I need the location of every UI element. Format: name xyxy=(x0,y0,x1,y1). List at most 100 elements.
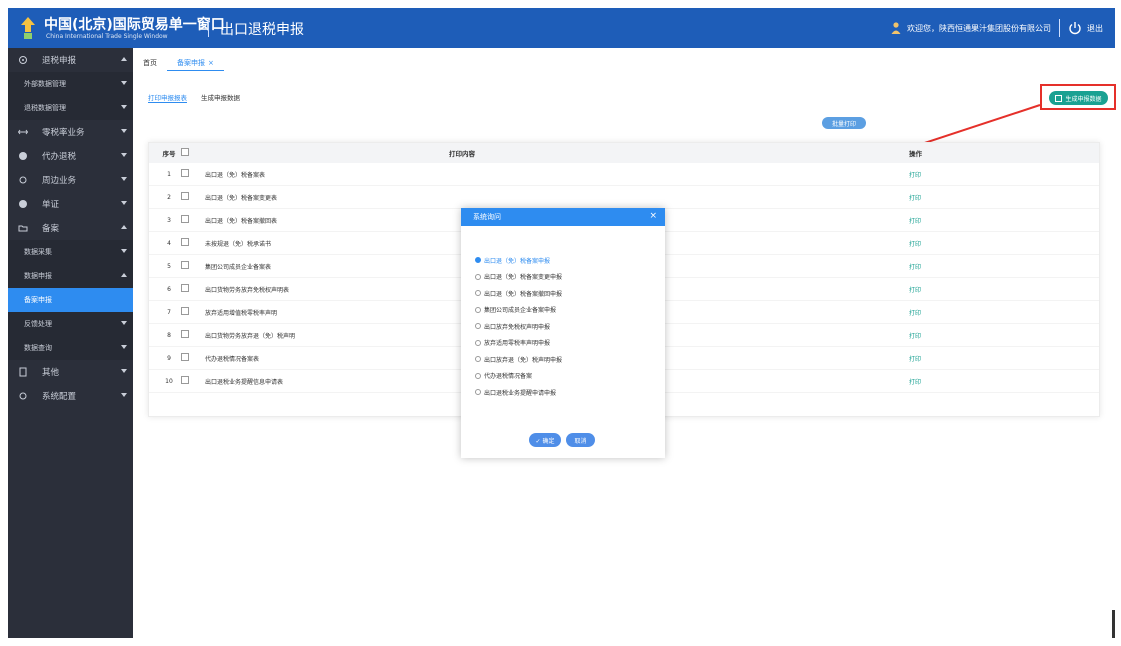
batch-print-button[interactable]: 批量打印 xyxy=(822,117,866,129)
radio[interactable] xyxy=(475,290,481,297)
option-group-member[interactable]: 集团公司成员企业备案申报 xyxy=(475,302,562,319)
tab-home[interactable]: 首页 xyxy=(133,55,167,71)
sidebar-item-zero-rate[interactable]: 零税率业务 xyxy=(8,120,133,144)
logout-link[interactable]: 退出 xyxy=(1087,23,1103,34)
option-reminder-request[interactable]: 出口退税业务提醒申请申报 xyxy=(475,384,562,401)
option-waive-exemption[interactable]: 出口放弃免税权声明申报 xyxy=(475,318,562,335)
tab-generate-data[interactable]: 生成申报数据 xyxy=(201,92,240,103)
power-icon[interactable] xyxy=(1068,21,1082,35)
cancel-button[interactable]: 取消 xyxy=(566,433,595,447)
tab-print-report[interactable]: 打印申报报表 xyxy=(148,92,187,103)
sidebar-item-external-data[interactable]: 外部数据管理 xyxy=(8,72,133,96)
scrollbar[interactable] xyxy=(1112,610,1115,638)
sidebar-item-documents[interactable]: 单证 xyxy=(8,192,133,216)
print-link[interactable]: 打印 xyxy=(909,195,921,202)
option-waive-zero-rate[interactable]: 放弃适用零税率声明申报 xyxy=(475,335,562,352)
chevron-down-icon xyxy=(121,153,127,157)
print-link[interactable]: 打印 xyxy=(909,241,921,248)
row-index: 1 xyxy=(167,170,171,178)
chevron-up-icon xyxy=(121,273,127,277)
print-link[interactable]: 打印 xyxy=(909,218,921,225)
row-checkbox[interactable] xyxy=(181,261,197,271)
option-label: 出口放弃退（免）税声明申报 xyxy=(484,356,563,364)
coin-icon xyxy=(19,152,27,160)
table-row: 1 出口退（免）税备案表 打印 xyxy=(149,163,1099,186)
header-divider xyxy=(208,20,209,37)
sidebar-item-data-declaration[interactable]: 数据申报 xyxy=(8,264,133,288)
sidebar-item-label: 系统配置 xyxy=(42,392,77,402)
confirm-button[interactable]: ✓ 确定 xyxy=(529,433,561,447)
sidebar-item-settings[interactable]: 系统配置 xyxy=(8,384,133,408)
print-link[interactable]: 打印 xyxy=(909,172,921,179)
generate-data-button[interactable]: 生成申报数据 xyxy=(1049,91,1108,105)
row-index: 2 xyxy=(167,193,171,201)
sub-tabs: 打印申报报表 生成申报数据 xyxy=(148,92,254,103)
print-link[interactable]: 打印 xyxy=(909,287,921,294)
radio[interactable] xyxy=(475,372,481,379)
radio[interactable] xyxy=(475,339,481,346)
generate-data-label: 生成申报数据 xyxy=(1065,95,1102,103)
chevron-down-icon xyxy=(121,201,127,205)
sidebar-item-refund-data[interactable]: 退税数据管理 xyxy=(8,96,133,120)
radio[interactable] xyxy=(475,273,481,280)
chevron-down-icon xyxy=(121,393,127,397)
row-index: 10 xyxy=(165,377,173,385)
option-filing-change[interactable]: 出口退（免）税备案变更申报 xyxy=(475,269,562,286)
sidebar-item-filing[interactable]: 备案 xyxy=(8,216,133,240)
close-icon[interactable]: × xyxy=(649,211,657,221)
row-checkbox[interactable] xyxy=(181,284,197,294)
row-checkbox[interactable] xyxy=(181,330,197,340)
tab-filing-declaration[interactable]: 备案申报 × xyxy=(167,55,224,71)
radio-selected[interactable] xyxy=(475,257,481,264)
sidebar-item-agency[interactable]: 代办退税 xyxy=(8,144,133,168)
print-link[interactable]: 打印 xyxy=(909,264,921,271)
row-index: 9 xyxy=(167,354,171,362)
sidebar-item-label: 数据申报 xyxy=(24,272,52,280)
page-title: 出口退税申报 xyxy=(220,22,304,38)
print-link[interactable]: 打印 xyxy=(909,310,921,317)
row-checkbox[interactable] xyxy=(181,353,197,363)
sidebar-item-label: 周边业务 xyxy=(42,176,77,186)
option-label: 集团公司成员企业备案申报 xyxy=(484,307,557,315)
print-link[interactable]: 打印 xyxy=(909,356,921,363)
option-agency-filing[interactable]: 代办退税情况备案 xyxy=(475,368,562,385)
sidebar-item-label: 备案申报 xyxy=(24,296,52,304)
radio[interactable] xyxy=(475,323,481,330)
option-filing[interactable]: 出口退（免）税备案申报 xyxy=(475,252,562,269)
sidebar-item-peripheral[interactable]: 周边业务 xyxy=(8,168,133,192)
radio[interactable] xyxy=(475,389,481,396)
chevron-down-icon xyxy=(121,81,127,85)
sidebar-item-label: 反馈处理 xyxy=(24,320,52,328)
row-name: 放弃适用增值税零税率声明 xyxy=(205,309,278,317)
sidebar-item-filing-declaration[interactable]: 备案申报 xyxy=(8,288,133,312)
print-link[interactable]: 打印 xyxy=(909,333,921,340)
row-checkbox[interactable] xyxy=(181,307,197,317)
sidebar-item-feedback[interactable]: 反馈处理 xyxy=(8,312,133,336)
chevron-up-icon xyxy=(121,225,127,229)
row-name: 出口货物劳务放弃免税权声明表 xyxy=(205,286,290,294)
table-header: 序号 打印内容 操作 xyxy=(149,143,1099,163)
row-checkbox[interactable] xyxy=(181,215,197,225)
sidebar-item-tax-refund[interactable]: 退税申报 xyxy=(8,48,133,72)
user-icon xyxy=(891,22,901,34)
option-filing-withdraw[interactable]: 出口退（免）税备案撤回申报 xyxy=(475,285,562,302)
option-waive-refund[interactable]: 出口放弃退（免）税声明申报 xyxy=(475,351,562,368)
row-checkbox[interactable] xyxy=(181,376,197,386)
radio[interactable] xyxy=(475,306,481,313)
gear-icon xyxy=(19,56,27,64)
row-checkbox[interactable] xyxy=(181,192,197,202)
logo-icon xyxy=(21,17,35,39)
sidebar-item-other[interactable]: 其他 xyxy=(8,360,133,384)
sidebar-item-label: 代办退税 xyxy=(42,152,77,162)
row-name: 出口货物劳务放弃退（免）税声明 xyxy=(205,332,296,340)
print-link[interactable]: 打印 xyxy=(909,379,921,386)
close-icon[interactable]: × xyxy=(208,59,214,67)
row-checkbox[interactable] xyxy=(181,238,197,248)
radio[interactable] xyxy=(475,356,481,363)
sidebar-item-data-query[interactable]: 数据查询 xyxy=(8,336,133,360)
sidebar-item-data-collection[interactable]: 数据采集 xyxy=(8,240,133,264)
row-checkbox[interactable] xyxy=(181,169,197,179)
document-icon xyxy=(19,367,27,377)
select-all-checkbox[interactable] xyxy=(181,148,197,158)
option-label: 出口退（免）税备案变更申报 xyxy=(484,274,563,282)
